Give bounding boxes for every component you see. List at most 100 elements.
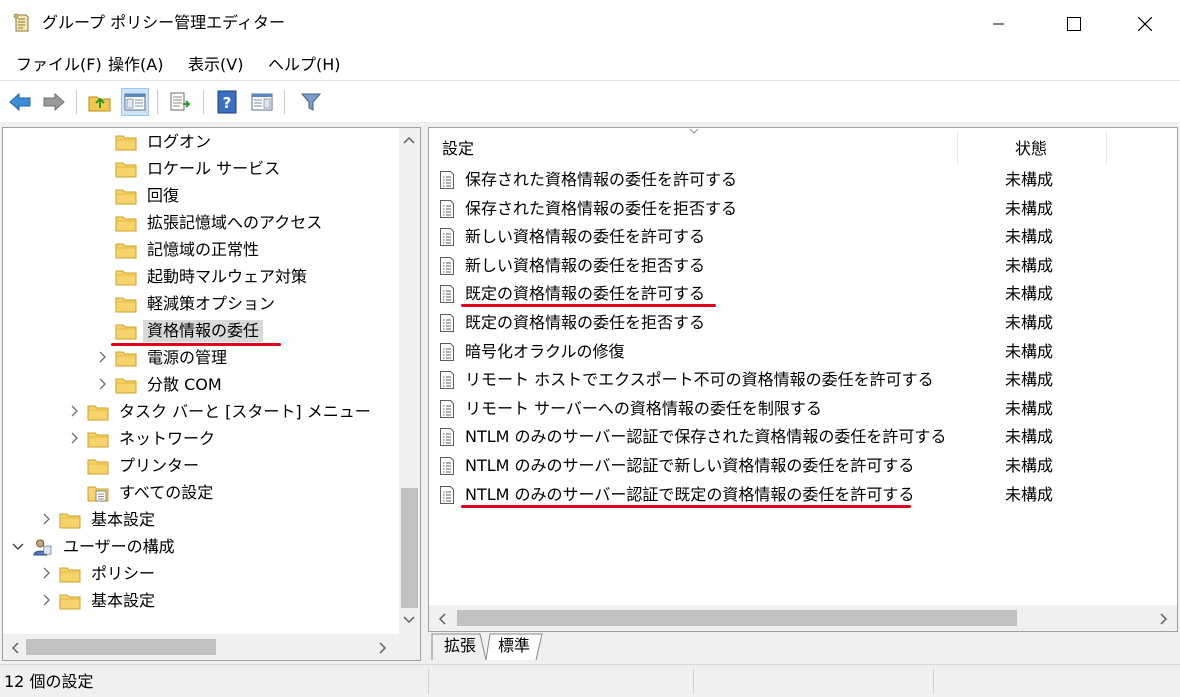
- setting-row[interactable]: 新しい資格情報の委任を拒否する 未構成: [429, 252, 1177, 280]
- tree-item[interactable]: 起動時マルウェア対策: [115, 263, 311, 290]
- folder-icon: [115, 268, 143, 286]
- setting-row[interactable]: リモート ホストでエクスポート不可の資格情報の委任を許可する 未構成: [429, 366, 1177, 394]
- setting-row[interactable]: NTLM のみのサーバー認証で保存された資格情報の委任を許可する 未構成: [429, 423, 1177, 451]
- setting-row[interactable]: 既定の資格情報の委任を拒否する 未構成: [429, 309, 1177, 337]
- chevron-right-icon[interactable]: [39, 512, 53, 526]
- setting-name: NTLM のみのサーバー認証で保存された資格情報の委任を許可する: [465, 427, 947, 447]
- setting-row[interactable]: 保存された資格情報の委任を許可する 未構成: [429, 166, 1177, 194]
- setting-state: 未構成: [1005, 284, 1054, 304]
- menu-help[interactable]: ヘルプ(H): [268, 55, 341, 75]
- folder-icon: [115, 241, 143, 259]
- chevron-right-icon[interactable]: [95, 350, 109, 364]
- folder-icon: [115, 376, 143, 394]
- filter-button[interactable]: [297, 88, 325, 116]
- tree-item[interactable]: 電源の管理: [99, 344, 231, 371]
- tree-item[interactable]: タスク バーと [スタート] メニュー: [71, 398, 375, 425]
- tree-horizontal-scrollbar[interactable]: [3, 634, 399, 660]
- chevron-down-icon[interactable]: [11, 539, 25, 553]
- tree-item-label: 軽減策オプション: [147, 293, 276, 313]
- list-horizontal-scrollbar[interactable]: [429, 605, 1177, 631]
- tree-item[interactable]: 基本設定: [43, 506, 159, 533]
- policy-setting-icon: [439, 399, 455, 419]
- tree-item[interactable]: 基本設定: [43, 587, 159, 614]
- help-button[interactable]: ?: [213, 88, 241, 116]
- folder-icon: [115, 295, 143, 313]
- tree-item[interactable]: 資格情報の委任: [111, 317, 281, 346]
- tree-item[interactable]: 軽減策オプション: [115, 290, 279, 317]
- maximize-button[interactable]: [1039, 0, 1109, 47]
- back-button[interactable]: [6, 88, 34, 116]
- tree-item-label: 拡張記憶域へのアクセス: [147, 212, 323, 232]
- chevron-right-icon[interactable]: [39, 593, 53, 607]
- chevron-right-icon[interactable]: [67, 404, 81, 418]
- toolbar-separator: [157, 90, 158, 114]
- chevron-right-icon[interactable]: [39, 566, 53, 580]
- forward-button[interactable]: [40, 88, 68, 116]
- console-tree: ログオンロケール サービス 回復拡張記憶域へのアクセス記憶域の正常性 起動時マルウェ…: [2, 127, 421, 661]
- setting-name: 新しい資格情報の委任を拒否する: [465, 255, 706, 275]
- tree-item[interactable]: 拡張記憶域へのアクセス: [115, 209, 326, 236]
- scroll-left-arrow-icon: [11, 642, 19, 654]
- tree-horizontal-scroll-thumb[interactable]: [26, 639, 216, 655]
- user-config-icon: [31, 538, 59, 556]
- maximize-icon: [1067, 16, 1081, 31]
- action-pane-button[interactable]: [248, 88, 276, 116]
- up-one-level-button[interactable]: [86, 88, 114, 116]
- tree-item[interactable]: ログオン: [115, 128, 215, 155]
- list-horizontal-scroll-thumb[interactable]: [457, 610, 1017, 626]
- chevron-right-icon[interactable]: [67, 431, 81, 445]
- settings-folder-icon: [87, 484, 115, 502]
- setting-row[interactable]: リモート サーバーへの資格情報の委任を制限する 未構成: [429, 395, 1177, 423]
- highlight-underline: [461, 304, 716, 308]
- setting-row[interactable]: 既定の資格情報の委任を許可する 未構成: [429, 280, 1177, 308]
- column-divider[interactable]: [1106, 132, 1107, 164]
- status-bar: 12 個の設定: [0, 664, 1180, 697]
- setting-row[interactable]: 暗号化オラクルの修復 未構成: [429, 338, 1177, 366]
- tree-item-label: 電源の管理: [147, 347, 228, 367]
- tab-standard[interactable]: 標準: [490, 632, 538, 660]
- column-divider[interactable]: [957, 132, 958, 164]
- minimize-button[interactable]: [964, 0, 1034, 47]
- folder-icon: [115, 187, 143, 205]
- svg-text:?: ?: [223, 94, 232, 112]
- folder-icon: [115, 322, 143, 340]
- chevron-right-icon[interactable]: [95, 377, 109, 391]
- tree-vertical-scrollbar[interactable]: [399, 128, 420, 634]
- status-count: 12 個の設定: [4, 672, 94, 691]
- folder-icon: [115, 349, 143, 367]
- close-icon: [1138, 16, 1152, 31]
- setting-row[interactable]: 新しい資格情報の委任を許可する 未構成: [429, 223, 1177, 251]
- column-header-state[interactable]: 状態: [1015, 128, 1075, 166]
- setting-row[interactable]: NTLM のみのサーバー認証で既定の資格情報の委任を許可する 未構成: [429, 481, 1177, 509]
- show-hide-tree-button[interactable]: [121, 88, 149, 116]
- tree-item[interactable]: ロケール サービス: [115, 155, 284, 182]
- toolbar: ?: [0, 82, 1180, 122]
- close-button[interactable]: [1110, 0, 1180, 47]
- column-header-setting[interactable]: 設定: [442, 128, 942, 166]
- title-bar: グループ ポリシー管理エディター: [0, 0, 1180, 47]
- tree-item[interactable]: ユーザーの構成: [12, 533, 179, 560]
- tree-vertical-scroll-thumb[interactable]: [401, 488, 418, 608]
- export-list-button[interactable]: [167, 88, 195, 116]
- setting-state: 未構成: [1005, 198, 1054, 218]
- menu-action[interactable]: 操作(A): [108, 55, 163, 75]
- tree-item[interactable]: 分散 COM: [99, 371, 226, 398]
- tree-item-label: ログオン: [147, 131, 212, 151]
- setting-row[interactable]: NTLM のみのサーバー認証で新しい資格情報の委任を許可する 未構成: [429, 452, 1177, 480]
- tree-item[interactable]: ネットワーク: [71, 425, 219, 452]
- status-divider: [933, 669, 934, 694]
- tree-item[interactable]: ポリシー: [43, 560, 159, 587]
- setting-state: 未構成: [1005, 227, 1054, 247]
- tree-item[interactable]: プリンター: [87, 452, 203, 479]
- tree-item[interactable]: 回復: [115, 182, 183, 209]
- folder-icon: [59, 511, 87, 529]
- setting-row[interactable]: 保存された資格情報の委任を拒否する 未構成: [429, 195, 1177, 223]
- tree-item[interactable]: 記憶域の正常性: [115, 236, 263, 263]
- tree-item-label: 基本設定: [91, 590, 156, 610]
- menu-view[interactable]: 表示(V): [188, 55, 243, 75]
- tab-extended[interactable]: 拡張: [436, 632, 484, 660]
- status-divider: [693, 669, 694, 694]
- menu-file[interactable]: ファイル(F): [16, 55, 102, 75]
- tree-item[interactable]: すべての設定: [87, 479, 217, 506]
- setting-name: 既定の資格情報の委任を許可する: [465, 284, 706, 304]
